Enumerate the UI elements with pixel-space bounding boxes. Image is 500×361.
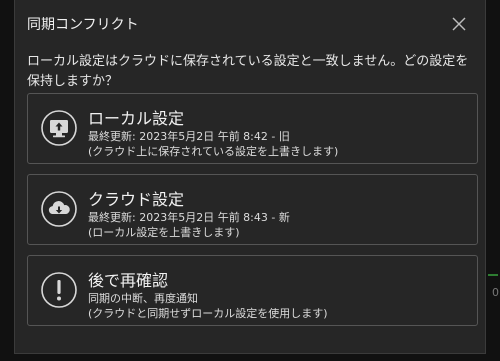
close-icon [452, 17, 466, 31]
option-title: ローカル設定 [88, 109, 185, 128]
option-title: クラウド設定 [88, 190, 185, 209]
option-local-settings[interactable]: ローカル設定 最終更新: 2023年5月2日 午前 8:42 - 旧 (クラウド… [27, 93, 478, 164]
monitor-upload-icon [41, 110, 77, 146]
dialog-title: 同期コンフリクト [27, 17, 139, 33]
option-ask-later[interactable]: 後で再確認 同期の中断、再度通知 (クラウドと同期せずローカル設定を使用します) [27, 255, 478, 326]
option-description: (クラウド上に保存されている設定を上書きします) [88, 145, 339, 158]
background-text: 0 [492, 286, 499, 299]
option-description: (ローカル設定を上書きします) [88, 226, 240, 239]
option-title: 後で再確認 [88, 271, 169, 290]
close-button[interactable] [451, 16, 467, 32]
option-last-modified: 最終更新: 2023年5月2日 午前 8:43 - 新 [88, 211, 290, 224]
cloud-download-icon [41, 191, 77, 227]
exclamation-icon [41, 272, 77, 308]
background-green-line [488, 274, 498, 276]
option-cloud-settings[interactable]: クラウド設定 最終更新: 2023年5月2日 午前 8:43 - 新 (ローカル… [27, 174, 478, 245]
sync-conflict-dialog: 同期コンフリクト ローカル設定はクラウドに保存されている設定と一致しません。どの… [14, 0, 486, 354]
dialog-message: ローカル設定はクラウドに保存されている設定と一致しません。どの設定を保持しますか… [27, 54, 469, 89]
option-description: 同期の中断、再度通知 [88, 292, 198, 305]
option-description: (クラウドと同期せずローカル設定を使用します) [88, 307, 328, 320]
option-last-modified: 最終更新: 2023年5月2日 午前 8:42 - 旧 [88, 130, 290, 143]
